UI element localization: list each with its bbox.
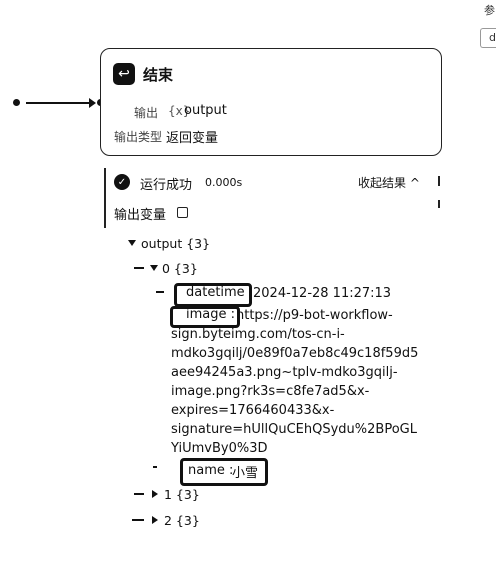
image-value-line-7: YiUmvBy0%3D (171, 441, 268, 456)
tree-item-0[interactable]: 0 {3} (162, 261, 198, 276)
item0-collapse-icon[interactable] (150, 265, 158, 271)
tree-guide-1 (134, 493, 144, 495)
success-icon: ✓ (114, 174, 130, 190)
tree-guide-0 (134, 267, 144, 269)
output-type-value: 返回变量 (166, 131, 219, 146)
item2-expand-icon[interactable] (152, 516, 158, 524)
item1-expand-icon[interactable] (152, 490, 158, 498)
panel-right-tick-2 (438, 200, 440, 208)
tree-item-1[interactable]: 1 {3} (164, 487, 200, 502)
image-value-line-1: sign.byteimg.com/tos-cn-i- (171, 327, 345, 342)
connector-line (26, 102, 90, 104)
panel-left-border (104, 168, 106, 228)
image-value-line-4: image.png?rk3s=c8fe7ad5&x- (171, 384, 370, 399)
end-node-title: 结束 (143, 66, 174, 84)
tree-item-2[interactable]: 2 {3} (164, 513, 200, 528)
run-time: 0.000s (205, 176, 243, 189)
output-vars-label: 输出变量 (114, 208, 167, 223)
image-key: image : (186, 307, 236, 322)
corner-input[interactable]: d (480, 28, 496, 48)
corner-label: 参 (484, 4, 495, 17)
tree-guide-name (153, 466, 157, 468)
output-label: 输出 (134, 106, 159, 120)
output-type-label: 输出类型 (114, 130, 163, 144)
end-node-icon: ↩ (113, 63, 135, 85)
datetime-value: 2024-12-28 11:27:13 (253, 286, 392, 301)
copy-icon[interactable] (177, 207, 188, 218)
tree-guide-datetime (156, 291, 164, 293)
connector-dot-left[interactable] (13, 99, 20, 106)
panel-right-tick (438, 176, 440, 186)
tree-guide-2 (132, 519, 144, 521)
name-value: 小雪 (232, 466, 259, 481)
datetime-key: datetime (186, 285, 245, 300)
name-key: name : (188, 463, 234, 478)
image-value-line-0: https://p9-bot-workflow- (236, 308, 393, 323)
root-collapse-icon[interactable] (128, 240, 136, 246)
image-value-line-2: mdko3gqilj/0e89f0a7eb8c49c18f59d5 (171, 346, 419, 361)
image-value-line-5: expires=1766460433&x- (171, 403, 335, 418)
collapse-results-button[interactable]: 收起结果 ^ (358, 174, 420, 191)
run-status: 运行成功 (140, 178, 193, 193)
output-value: output (184, 103, 227, 118)
tree-root[interactable]: output {3} (141, 236, 210, 251)
connector-arrow-icon (89, 98, 96, 108)
image-value-line-6: signature=hUllQuCEhQSydu%2BPoGL (171, 422, 417, 437)
image-value-line-3: aee94245a3.png~tplv-mdko3gqilj- (171, 365, 398, 380)
